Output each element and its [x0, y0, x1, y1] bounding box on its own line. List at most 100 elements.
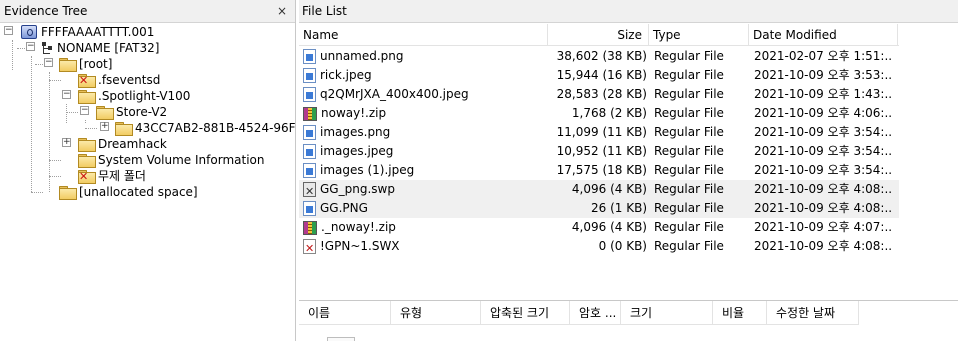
tree-node-system-volume-information[interactable]: System Volume Information [78, 152, 264, 168]
file-row[interactable]: GG_png.swp 4,096 (4 KB) Regular File 202… [299, 180, 899, 199]
file-type: Regular File [654, 163, 724, 177]
file-row[interactable]: ._noway!.zip 4,096 (4 KB) Regular File 2… [299, 218, 899, 237]
file-date-modified: 2021-02-07 오후 1:51:... [754, 49, 892, 63]
tree-node-label: Dreamhack [98, 137, 167, 151]
file-name: images.jpeg [320, 144, 394, 158]
file-type: Regular File [654, 182, 724, 196]
file-type: Regular File [654, 87, 724, 101]
tree-node-spotlight[interactable]: .Spotlight-V100 [78, 88, 190, 104]
archive-column-compressed-size[interactable]: 압축된 크기 [481, 301, 570, 325]
tree-node-fseventsd[interactable]: ✕ .fseventsd [78, 72, 160, 88]
tree-node-unallocated-space[interactable]: [unallocated space] [59, 184, 198, 200]
file-name: GG.PNG [320, 201, 368, 215]
file-row[interactable]: q2QMrJXA_400x400.jpeg 28,583 (28 KB) Reg… [299, 85, 899, 104]
file-size: 4,096 (4 KB) [571, 182, 647, 196]
file-list-column-headers: Name Size Type Date Modified [299, 24, 899, 46]
deleted-folder-icon: ✕ [78, 74, 96, 88]
image-file-icon [303, 87, 316, 102]
tree-node-label: NONAME [FAT32] [57, 41, 160, 55]
file-row[interactable]: GG.PNG 26 (1 KB) Regular File 2021-10-09… [299, 199, 899, 218]
column-header-date-modified[interactable]: Date Modified [749, 24, 898, 46]
file-row[interactable]: images.png 11,099 (11 KB) Regular File 2… [299, 123, 899, 142]
file-date-modified: 2021-10-09 오후 4:07:... [754, 220, 892, 234]
file-size: 15,944 (16 KB) [556, 68, 647, 82]
file-date-modified: 2021-10-09 오후 4:08:... [754, 201, 892, 215]
evidence-tree-pane: Evidence Tree × − − − − − + + FFFFAAAATT… [0, 0, 296, 341]
tree-node-43cc7ab2[interactable]: 43CC7AB2-881B-4524-96FE- [115, 120, 295, 136]
tree-node-untitled-folder[interactable]: ✕ 무제 폴더 [78, 168, 146, 184]
expand-toggle-icon[interactable]: + [100, 122, 109, 131]
folder-icon [78, 154, 96, 168]
tree-node-evidence[interactable]: FFFFAAAATTTT.001 [21, 24, 154, 40]
image-file-icon [303, 125, 316, 140]
column-header-size[interactable]: Size [548, 24, 649, 46]
tree-node-root[interactable]: [root] [59, 56, 112, 72]
image-file-icon [303, 163, 316, 178]
image-file-icon [303, 49, 316, 64]
file-row[interactable]: noway!.zip 1,768 (2 KB) Regular File 202… [299, 104, 899, 123]
file-icon [327, 337, 355, 341]
column-header-name[interactable]: Name [299, 24, 548, 46]
file-date-modified: 2021-10-09 오후 3:53:... [754, 68, 892, 82]
tree-node-label: FFFFAAAATTTT.001 [41, 25, 155, 39]
tree-node-label: .Spotlight-V100 [98, 89, 191, 103]
file-size: 17,575 (18 KB) [556, 163, 647, 177]
volume-icon [41, 41, 53, 55]
file-type: Regular File [654, 106, 724, 120]
file-type: Regular File [654, 125, 724, 139]
file-type: Regular File [654, 49, 724, 63]
collapse-toggle-icon[interactable]: − [26, 42, 35, 51]
file-row[interactable]: images.jpeg 10,952 (11 KB) Regular File … [299, 142, 899, 161]
archive-column-size[interactable]: 크기 [621, 301, 713, 325]
expand-toggle-icon[interactable]: + [62, 138, 71, 147]
file-size: 1,768 (2 KB) [571, 106, 647, 120]
archive-column-type[interactable]: 유형 [391, 301, 481, 325]
file-size: 38,602 (38 KB) [556, 49, 647, 63]
archive-contents-panel: 이름 유형 압축된 크기 암호 ... 크기 비율 수정한 날짜 [299, 300, 958, 341]
file-size: 28,583 (28 KB) [556, 87, 647, 101]
collapse-toggle-icon[interactable]: − [80, 106, 89, 115]
tree-node-label: 무제 폴더 [98, 169, 146, 183]
file-row[interactable]: !GPN~1.SWX 0 (0 KB) Regular File 2021-10… [299, 237, 899, 256]
file-name: noway!.zip [321, 106, 387, 120]
file-row[interactable]: rick.jpeg 15,944 (16 KB) Regular File 20… [299, 66, 899, 85]
tree-node-volume[interactable]: NONAME [FAT32] [41, 40, 159, 56]
evidence-tree-title: Evidence Tree [4, 4, 88, 18]
close-icon[interactable]: × [275, 0, 289, 22]
collapse-toggle-icon[interactable]: − [62, 90, 71, 99]
folder-icon [96, 106, 114, 120]
tree-node-dreamhack[interactable]: Dreamhack [78, 136, 167, 152]
archive-column-date-modified[interactable]: 수정한 날짜 [767, 301, 859, 325]
evidence-tree: − − − − − + + FFFFAAAATTTT.001 NONAME [F… [0, 23, 295, 341]
archive-column-encrypted[interactable]: 암호 ... [570, 301, 621, 325]
folder-icon [115, 122, 133, 136]
column-header-type[interactable]: Type [649, 24, 749, 46]
tree-node-label: 43CC7AB2-881B-4524-96FE- [135, 121, 295, 135]
file-name: images (1).jpeg [320, 163, 415, 177]
archive-column-ratio[interactable]: 비율 [713, 301, 767, 325]
file-type: Regular File [654, 144, 724, 158]
tree-node-label: .fseventsd [98, 73, 161, 87]
file-date-modified: 2021-10-09 오후 4:08:... [754, 182, 892, 196]
file-date-modified: 2021-10-09 오후 3:54:... [754, 125, 892, 139]
folder-icon [78, 90, 96, 104]
file-name: ._noway!.zip [321, 220, 396, 234]
file-name: unnamed.png [320, 49, 404, 63]
file-name: q2QMrJXA_400x400.jpeg [320, 87, 469, 101]
file-row[interactable]: images (1).jpeg 17,575 (18 KB) Regular F… [299, 161, 899, 180]
collapse-toggle-icon[interactable]: − [4, 26, 13, 35]
file-date-modified: 2021-10-09 오후 4:06:... [754, 106, 892, 120]
image-file-icon [303, 68, 316, 83]
file-name: images.png [320, 125, 391, 139]
image-file-icon [303, 144, 316, 159]
file-type: Regular File [654, 68, 724, 82]
file-size: 26 (1 KB) [591, 201, 647, 215]
tree-node-store-v2[interactable]: Store-V2 [96, 104, 167, 120]
deleted-file-icon [303, 239, 316, 256]
collapse-toggle-icon[interactable]: − [44, 58, 53, 67]
file-row[interactable]: unnamed.png 38,602 (38 KB) Regular File … [299, 47, 899, 66]
file-name: !GPN~1.SWX [320, 239, 400, 253]
file-size: 0 (0 KB) [598, 239, 647, 253]
archive-column-name[interactable]: 이름 [299, 301, 391, 325]
folder-icon [78, 138, 96, 152]
